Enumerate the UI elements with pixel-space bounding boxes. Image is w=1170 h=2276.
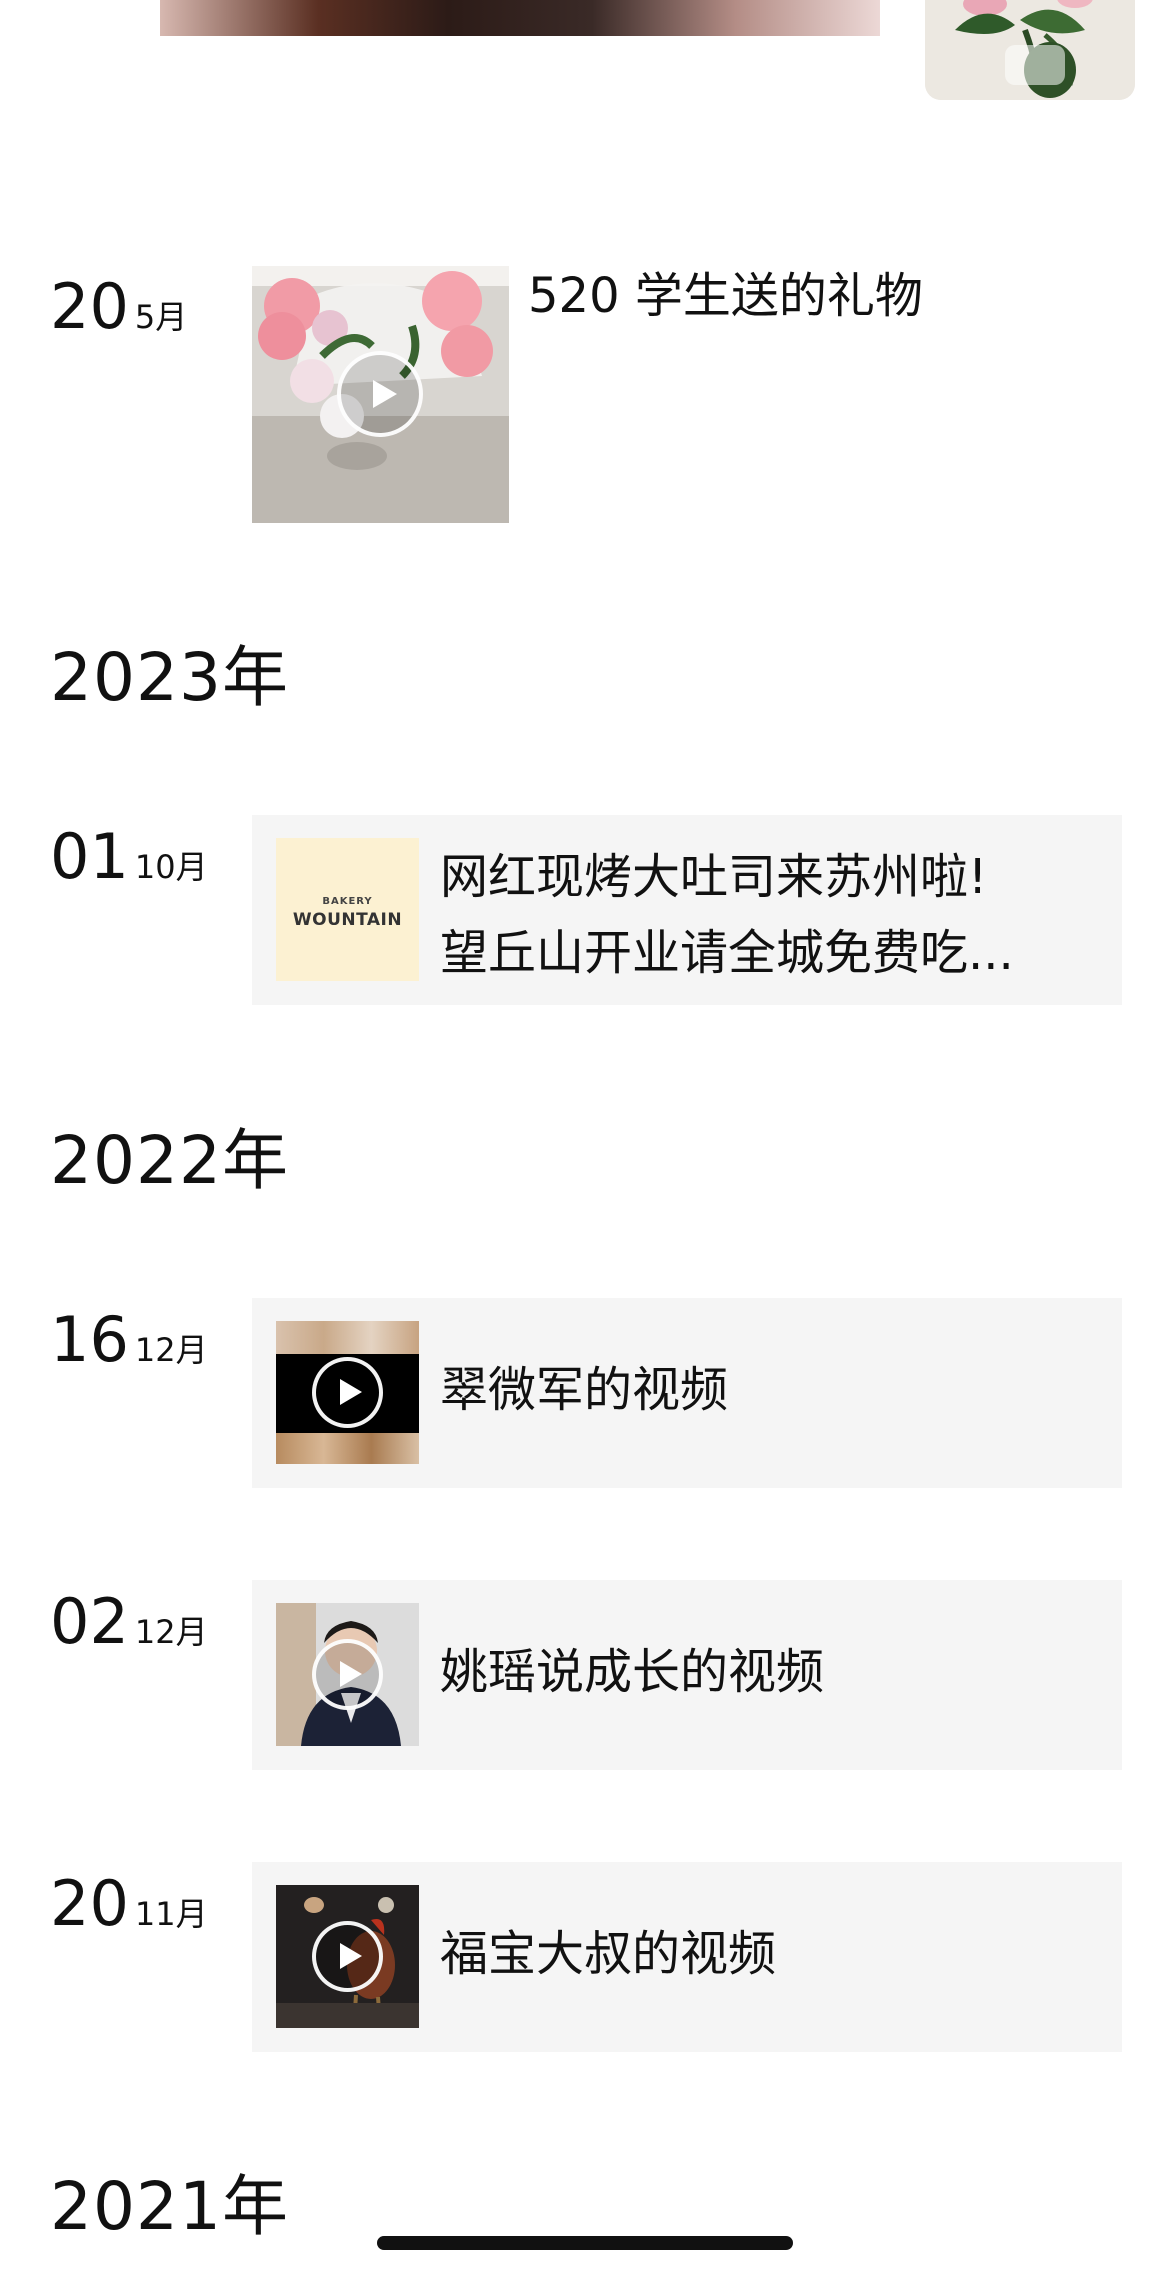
play-icon — [312, 1921, 383, 1992]
shared-video-card[interactable]: 翠微军的视频 — [252, 1298, 1122, 1488]
date-label: 20 5月 — [50, 276, 187, 338]
date-month: 12月 — [134, 1613, 208, 1651]
bakery-logo-small: BAKERY — [322, 896, 373, 907]
date-day: 16 — [50, 1303, 129, 1376]
play-icon — [312, 1639, 383, 1710]
card-title-line2: 望丘山开业请全城免费吃... — [440, 925, 1014, 981]
video-thumbnail — [276, 1321, 419, 1464]
year-header: 2022年 — [50, 1122, 289, 1199]
date-day: 02 — [50, 1585, 129, 1658]
top-photo-left[interactable] — [160, 0, 880, 36]
flower-vase-photo — [925, 0, 1135, 100]
shared-video-card[interactable]: 福宝大叔的视频 — [252, 1862, 1122, 2052]
play-icon — [312, 1357, 383, 1428]
date-label: 20 11月 — [50, 1873, 208, 1935]
date-month: 12月 — [134, 1331, 208, 1369]
date-label: 02 12月 — [50, 1591, 208, 1653]
card-title: 姚瑶说成长的视频 — [440, 1644, 825, 1700]
shared-video-card[interactable]: 姚瑶说成长的视频 — [252, 1580, 1122, 1770]
year-header: 2023年 — [50, 639, 289, 716]
play-icon[interactable] — [337, 351, 423, 437]
date-month: 11月 — [134, 1895, 208, 1933]
bakery-logo-thumbnail: BAKERY WOUNTAIN — [276, 838, 419, 981]
video-thumbnail — [276, 1885, 419, 2028]
top-photo-right[interactable] — [925, 0, 1135, 100]
date-label: 01 10月 — [50, 826, 208, 888]
card-title: 福宝大叔的视频 — [440, 1926, 777, 1982]
card-title: 网红现烤大吐司来苏州啦! 望丘山开业请全城免费吃... — [440, 839, 1014, 991]
card-title: 翠微军的视频 — [440, 1362, 729, 1418]
date-day: 01 — [50, 820, 129, 893]
home-indicator[interactable] — [377, 2236, 793, 2250]
shared-article-card[interactable]: BAKERY WOUNTAIN 网红现烤大吐司来苏州啦! 望丘山开业请全城免费吃… — [252, 815, 1122, 1005]
roses-video-thumbnail[interactable] — [252, 266, 509, 523]
bakery-logo-big: WOUNTAIN — [292, 910, 403, 930]
year-header: 2021年 — [50, 2168, 289, 2245]
date-label: 16 12月 — [50, 1309, 208, 1371]
post-text[interactable]: 520 学生送的礼物 — [528, 268, 923, 326]
date-day: 20 — [50, 270, 129, 343]
date-day: 20 — [50, 1867, 129, 1940]
video-thumbnail — [276, 1603, 419, 1746]
date-month: 10月 — [134, 848, 208, 886]
date-month: 5月 — [134, 298, 188, 336]
card-title-line1: 网红现烤大吐司来苏州啦! — [440, 849, 988, 905]
